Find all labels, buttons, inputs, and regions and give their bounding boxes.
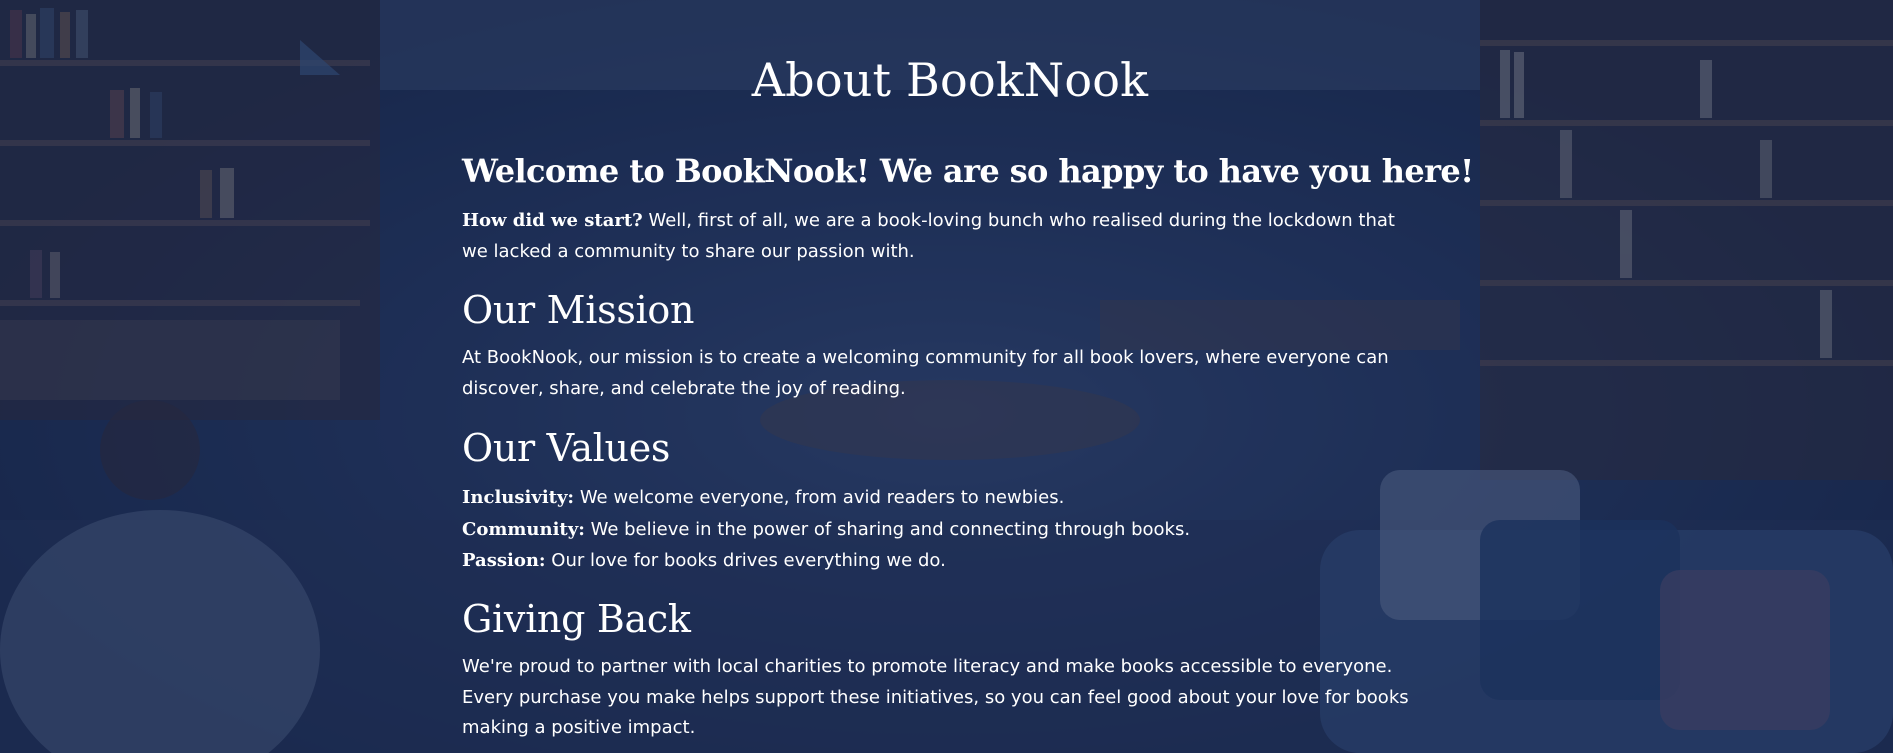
giving-back-heading: Giving Back	[462, 597, 691, 641]
value-label: Inclusivity:	[462, 487, 575, 508]
mission-heading: Our Mission	[462, 288, 695, 332]
value-text: We welcome everyone, from avid readers t…	[579, 487, 1065, 508]
origin-paragraph: How did we start? Well, first of all, we…	[462, 206, 1402, 267]
list-item: Community: We believe in the power of sh…	[462, 514, 1190, 546]
value-text: We believe in the power of sharing and c…	[590, 518, 1191, 540]
values-list: Inclusivity: We welcome everyone, from a…	[462, 482, 1190, 577]
value-label: Passion:	[462, 550, 546, 571]
list-item: Passion: Our love for books drives every…	[462, 545, 1190, 577]
value-label: Community:	[462, 518, 585, 540]
page-title: About BookNook	[751, 53, 1149, 107]
origin-label: How did we start?	[462, 210, 643, 231]
giving-back-paragraph: We're proud to partner with local charit…	[462, 656, 1409, 738]
list-item: Inclusivity: We welcome everyone, from a…	[462, 482, 1190, 514]
mission-paragraph: At BookNook, our mission is to create a …	[462, 347, 1389, 399]
value-text: Our love for books drives everything we …	[551, 550, 946, 571]
welcome-heading: Welcome to BookNook! We are so happy to …	[462, 152, 1474, 190]
values-heading: Our Values	[462, 426, 671, 470]
